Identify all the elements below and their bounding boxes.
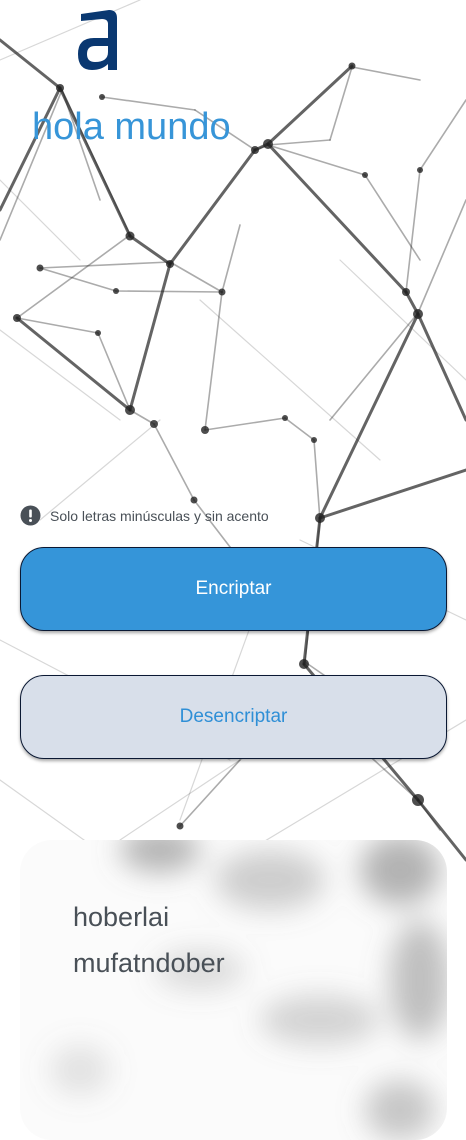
output-background xyxy=(20,840,447,1140)
output-line-2: mufatndober xyxy=(73,948,225,978)
exclamation-circle-icon xyxy=(20,505,41,526)
output-line-1: hoberlai xyxy=(73,902,170,932)
decrypt-button-label: Desencriptar xyxy=(179,706,288,727)
output-text: hoberlai mufatndober xyxy=(73,894,403,986)
hint-text: Solo letras minúsculas y sin acento xyxy=(50,507,269,524)
output-card: hoberlai mufatndober xyxy=(20,840,447,1140)
decrypt-button[interactable]: Desencriptar xyxy=(20,675,447,759)
encrypt-button[interactable]: Encriptar xyxy=(20,547,447,631)
encrypt-button-label: Encriptar xyxy=(195,578,272,599)
hint-message: Solo letras minúsculas y sin acento xyxy=(20,505,269,526)
message-input[interactable]: hola mundo xyxy=(32,104,432,484)
alura-logo-icon xyxy=(78,10,117,70)
